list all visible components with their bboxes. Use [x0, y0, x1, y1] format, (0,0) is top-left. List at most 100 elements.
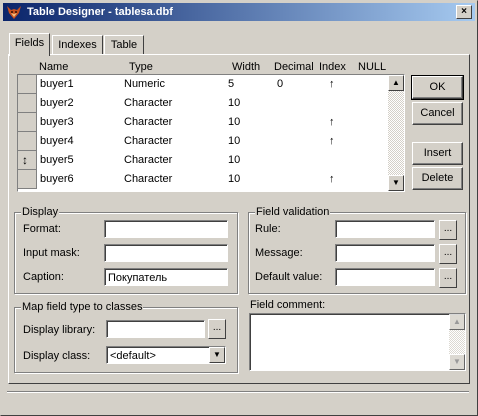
table-row[interactable]: buyer1 Numeric 5 0 ↑	[18, 75, 386, 94]
message-label: Message:	[255, 247, 303, 259]
display-library-input[interactable]	[106, 320, 205, 338]
header-type: Type	[129, 61, 153, 73]
caption-input[interactable]: Покупатель	[104, 268, 228, 286]
field-name[interactable]: buyer5	[40, 154, 74, 166]
table-row[interactable]: ↕ buyer5 Character 10	[18, 151, 386, 170]
ok-button[interactable]: OK	[411, 75, 464, 100]
default-value-label: Default value:	[255, 271, 323, 283]
field-width[interactable]: 10	[228, 173, 240, 185]
ellipsis-icon: ...	[212, 322, 222, 333]
index-arrow-icon[interactable]: ↑	[329, 116, 335, 128]
default-value-builder-button[interactable]: ...	[439, 268, 457, 288]
rule-label: Rule:	[255, 223, 281, 235]
row-selector[interactable]	[18, 75, 37, 94]
table-row[interactable]: buyer2 Character 10	[18, 94, 386, 113]
row-selector[interactable]	[18, 113, 37, 132]
move-row-icon[interactable]: ↕	[22, 153, 28, 167]
fox-icon	[7, 6, 21, 19]
default-value-input[interactable]	[335, 268, 435, 286]
dropdown-button[interactable]: ▼	[209, 347, 225, 363]
index-arrow-icon[interactable]: ↑	[329, 78, 335, 90]
input-mask-label: Input mask:	[23, 247, 80, 259]
scroll-up-button[interactable]: ▲	[388, 75, 404, 91]
field-type[interactable]: Character	[124, 135, 172, 147]
table-row[interactable]: buyer6 Character 10 ↑	[18, 170, 386, 189]
index-arrow-icon[interactable]: ↑	[329, 173, 335, 185]
field-width[interactable]: 10	[228, 97, 240, 109]
header-name: Name	[39, 61, 69, 73]
tab-fields[interactable]: Fields	[9, 33, 50, 56]
display-class-label: Display class:	[23, 350, 91, 362]
field-comment-label: Field comment:	[250, 299, 326, 311]
table-row[interactable]: buyer3 Character 10 ↑	[18, 113, 386, 132]
table-row[interactable]: buyer4 Character 10 ↑	[18, 132, 386, 151]
rule-builder-button[interactable]: ...	[439, 220, 457, 240]
comment-scrollbar[interactable]: ▲ ▼	[449, 314, 465, 370]
header-decimal: Decimal	[274, 61, 314, 73]
field-type[interactable]: Character	[124, 116, 172, 128]
grid-scrollbar[interactable]: ▲ ▼	[388, 75, 404, 191]
row-selector[interactable]	[18, 132, 37, 151]
map-classes-group-label: Map field type to classes	[21, 301, 144, 313]
tab-table-label: Table	[110, 39, 138, 51]
caption-label: Caption:	[23, 271, 64, 283]
field-decimal[interactable]: 0	[277, 78, 283, 90]
field-name[interactable]: buyer2	[40, 97, 74, 109]
field-width[interactable]: 10	[228, 154, 240, 166]
field-type[interactable]: Character	[124, 154, 172, 166]
field-validation-group-label: Field validation	[255, 206, 331, 218]
display-class-select[interactable]: <default> ▼	[106, 346, 226, 364]
chevron-down-icon: ▼	[213, 350, 221, 359]
ellipsis-icon: ...	[443, 271, 453, 282]
ellipsis-icon: ...	[443, 223, 453, 234]
field-type[interactable]: Numeric	[124, 78, 165, 90]
cancel-button-label: Cancel	[420, 107, 455, 119]
row-selector[interactable]	[18, 94, 37, 113]
field-name[interactable]: buyer1	[40, 78, 74, 90]
field-name[interactable]: buyer6	[40, 173, 74, 185]
format-label: Format:	[23, 223, 61, 235]
ellipsis-icon: ...	[443, 247, 453, 258]
arrow-down-icon: ▼	[392, 178, 400, 187]
scroll-up-button[interactable]: ▲	[449, 314, 465, 330]
field-name[interactable]: buyer3	[40, 116, 74, 128]
insert-button[interactable]: Insert	[412, 142, 463, 165]
field-width[interactable]: 10	[228, 135, 240, 147]
delete-button-label: Delete	[421, 172, 454, 184]
header-index: Index	[319, 61, 346, 73]
arrow-up-icon: ▲	[392, 78, 400, 87]
fields-grid[interactable]: buyer1 Numeric 5 0 ↑ buyer2 Character 10…	[17, 74, 405, 192]
cancel-button[interactable]: Cancel	[412, 102, 463, 125]
field-width[interactable]: 10	[228, 116, 240, 128]
title-bar[interactable]: Table Designer - tablesa.dbf ×	[3, 3, 475, 21]
message-input[interactable]	[335, 244, 435, 262]
field-name[interactable]: buyer4	[40, 135, 74, 147]
close-icon: ×	[461, 6, 467, 17]
bottom-divider	[7, 391, 469, 393]
field-width[interactable]: 5	[228, 78, 234, 90]
delete-button[interactable]: Delete	[412, 167, 463, 190]
tab-indexes[interactable]: Indexes	[52, 35, 103, 55]
arrow-down-icon: ▼	[453, 357, 461, 366]
field-type[interactable]: Character	[124, 97, 172, 109]
row-selector[interactable]: ↕	[18, 151, 37, 170]
display-group-label: Display	[21, 206, 60, 218]
header-null: NULL	[358, 61, 387, 73]
tab-table[interactable]: Table	[104, 35, 144, 55]
arrow-up-icon: ▲	[453, 317, 461, 326]
row-selector[interactable]	[18, 170, 37, 189]
close-button[interactable]: ×	[456, 5, 472, 19]
rule-input[interactable]	[335, 220, 435, 238]
message-builder-button[interactable]: ...	[439, 244, 457, 264]
insert-button-label: Insert	[423, 147, 452, 159]
index-arrow-icon[interactable]: ↑	[329, 135, 335, 147]
field-type[interactable]: Character	[124, 173, 172, 185]
format-input[interactable]	[104, 220, 228, 238]
display-library-browse-button[interactable]: ...	[208, 319, 226, 339]
scroll-down-button[interactable]: ▼	[449, 354, 465, 370]
display-class-value: <default>	[110, 350, 156, 362]
field-comment-textarea[interactable]: ▲ ▼	[249, 313, 466, 371]
display-library-label: Display library:	[23, 324, 96, 336]
input-mask-input[interactable]	[104, 244, 228, 262]
scroll-down-button[interactable]: ▼	[388, 175, 404, 191]
